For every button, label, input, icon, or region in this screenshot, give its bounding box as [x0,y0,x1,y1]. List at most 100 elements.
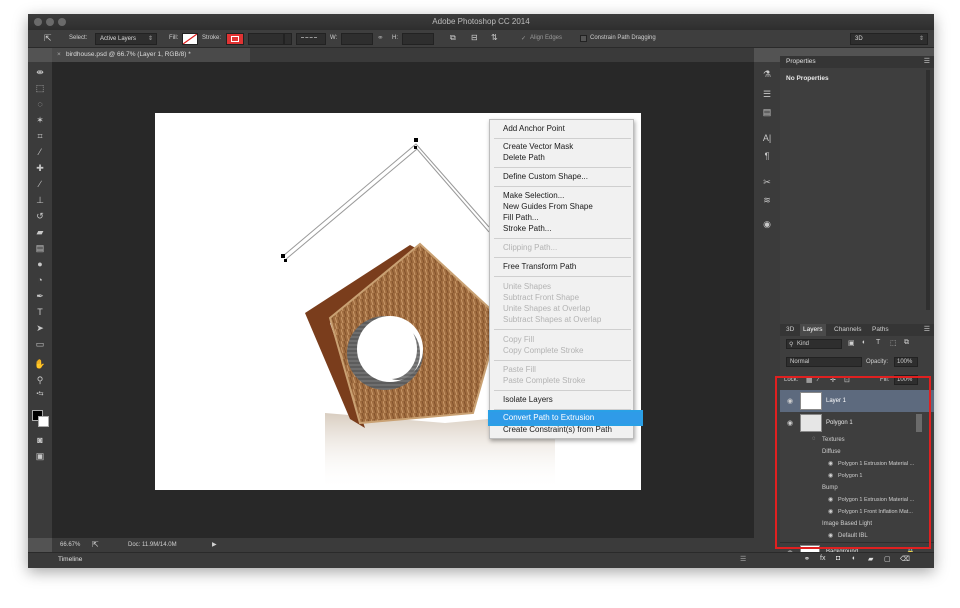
tab-3d[interactable]: 3D [786,326,794,333]
align-edges-checkbox[interactable]: ✓ [521,35,526,42]
properties-content: No Properties [786,75,829,82]
link-icon[interactable]: ⚭ [377,33,384,42]
layer-comps-icon[interactable]: ▤ [761,106,773,118]
panel-menu-icon[interactable]: ☰ [740,555,746,563]
hand-tool-icon[interactable]: ✋ [34,358,46,370]
menu-item-isolate-layers[interactable]: Isolate Layers [503,395,553,404]
status-bar: 66.67% ⇱ Doc: 11.9M/14.0M ▶ [52,538,754,552]
adjustments-panel-icon[interactable]: ☰ [761,88,773,100]
stroke-width-field[interactable] [248,33,284,45]
history-panel-icon[interactable]: ⚗ [761,68,773,80]
menu-item-label: Convert Path to Extrusion [503,413,595,422]
panel-menu-icon[interactable]: ☰ [924,325,930,333]
type-filter-icon[interactable]: T [876,339,880,346]
trash-icon[interactable]: ⌫ [900,555,910,563]
rectangle-tool-icon[interactable]: ▭ [34,338,46,350]
width-label: W: [330,35,338,41]
fill-swatch[interactable] [182,33,198,45]
3d-panel-icon[interactable]: ◉ [761,218,773,230]
menu-item-fill-path[interactable]: Fill Path... [503,213,539,222]
link-layers-icon[interactable]: ⚭ [804,555,810,563]
default-colors-icon[interactable]: ▪⇆ [34,388,46,400]
canvas-area[interactable] [52,62,754,538]
tab-channels[interactable]: Channels [834,326,861,333]
magic-wand-tool-icon[interactable]: ✶ [34,114,46,126]
new-layer-icon[interactable]: ▢ [884,555,891,563]
blend-mode-dropdown[interactable]: Normal [786,357,862,367]
dodge-tool-icon[interactable]: ◔ [34,274,46,286]
zoom-level[interactable]: 66.67% [60,542,80,548]
constrain-path-checkbox[interactable] [580,35,587,42]
menu-item-convert-path-to-extrusion[interactable]: Convert Path to Extrusion [488,410,643,426]
smart-object-filter-icon[interactable]: ⧉ [904,339,909,347]
eraser-tool-icon[interactable]: ▰ [34,226,46,238]
quick-mask-icon[interactable]: ◙ [34,434,46,446]
adjustment-filter-icon[interactable]: ◐ [862,339,866,346]
width-field[interactable] [341,33,373,45]
background-color-swatch[interactable] [38,416,49,427]
layer-mask-icon[interactable]: ◘ [836,555,840,562]
dash-line-icon [301,37,317,38]
layer-filter-dropdown[interactable]: ⚲ Kind [786,339,842,349]
properties-scrollbar[interactable] [926,70,930,310]
menu-item-define-custom-shape[interactable]: Define Custom Shape... [503,172,588,181]
screen-mode-icon[interactable]: ▣ [34,450,46,462]
menu-item-delete-path[interactable]: Delete Path [503,153,545,162]
panel-menu-icon[interactable]: ☰ [924,57,930,65]
shape-filter-icon[interactable]: ⬚ [890,339,897,347]
brush-tool-icon[interactable]: ∕ [34,178,46,190]
adjustment-layer-icon[interactable]: ◐ [852,555,856,562]
history-brush-tool-icon[interactable]: ↺ [34,210,46,222]
fill-label: Fill: [169,35,179,41]
tools-panel: ⇼ ⬚ ◌ ✶ ⌗ ⁄ ✚ ∕ ⊥ ↺ ▰ ▤ ● ◔ ✒ T ➤ ▭ ✋ ⚲ … [28,62,52,538]
pen-tool-icon[interactable]: ✒ [34,290,46,302]
clone-stamp-tool-icon[interactable]: ⊥ [34,194,46,206]
type-tool-icon[interactable]: T [34,306,46,318]
document-tab[interactable]: × birdhouse.psd @ 66.7% (Layer 1, RGB/8)… [52,48,250,62]
tab-paths[interactable]: Paths [872,326,889,333]
character-panel-icon[interactable]: A| [761,132,773,144]
paragraph-panel-icon[interactable]: ¶ [761,150,773,162]
path-arrangement-icon[interactable]: ⇅ [491,33,498,42]
lasso-tool-icon[interactable]: ◌ [34,98,46,110]
share-icon[interactable]: ⇱ [92,540,99,549]
tool-presets-icon[interactable]: ✂ [761,176,773,188]
eyedropper-tool-icon[interactable]: ⁄ [34,146,46,158]
path-selection-tool-icon[interactable]: ⇱ [44,33,52,44]
menu-item-free-transform-path[interactable]: Free Transform Path [503,262,576,271]
menu-item-create-constraints-from-path[interactable]: Create Constraint(s) from Path [503,425,612,434]
menu-separator [494,238,631,239]
select-dropdown[interactable]: Active Layers ⇕ [95,33,157,45]
group-folder-icon[interactable]: ▰ [868,555,873,563]
timeline-label[interactable]: Timeline [58,556,82,563]
document-tab-label: birdhouse.psd @ 66.7% (Layer 1, RGB/8) * [66,51,191,58]
path-alignment-icon[interactable]: ⊟ [471,33,478,42]
stroke-width-stepper[interactable] [284,33,292,45]
menu-item-make-selection[interactable]: Make Selection... [503,191,564,200]
stroke-swatch[interactable] [226,33,244,45]
tab-layers[interactable]: Layers [800,324,826,336]
blur-tool-icon[interactable]: ● [34,258,46,270]
menu-item-create-vector-mask[interactable]: Create Vector Mask [503,142,573,151]
path-operations-icon[interactable]: ⧉ [450,33,456,43]
gradient-tool-icon[interactable]: ▤ [34,242,46,254]
image-filter-icon[interactable]: ▣ [848,339,855,347]
healing-brush-tool-icon[interactable]: ✚ [34,162,46,174]
brush-presets-icon[interactable]: ≋ [761,194,773,206]
zoom-tool-icon[interactable]: ⚲ [34,374,46,386]
workspace-dropdown[interactable]: 3D ⇕ [850,33,928,45]
height-field[interactable] [402,33,434,45]
status-menu-arrow-icon[interactable]: ▶ [212,541,217,548]
menu-item-add-anchor-point[interactable]: Add Anchor Point [503,124,565,133]
marquee-tool-icon[interactable]: ⬚ [34,82,46,94]
path-selection-tool-icon[interactable]: ➤ [34,322,46,334]
crop-tool-icon[interactable]: ⌗ [34,130,46,142]
stroke-type-dropdown[interactable] [296,33,326,45]
opacity-field[interactable]: 100% [894,357,918,367]
move-tool-icon[interactable]: ⇼ [34,66,46,78]
properties-title[interactable]: Properties [786,58,816,65]
layer-style-icon[interactable]: fx [820,555,825,562]
menu-item-new-guides-from-shape[interactable]: New Guides From Shape [503,202,593,211]
menu-item-stroke-path[interactable]: Stroke Path... [503,224,551,233]
close-tab-icon[interactable]: × [57,51,61,58]
